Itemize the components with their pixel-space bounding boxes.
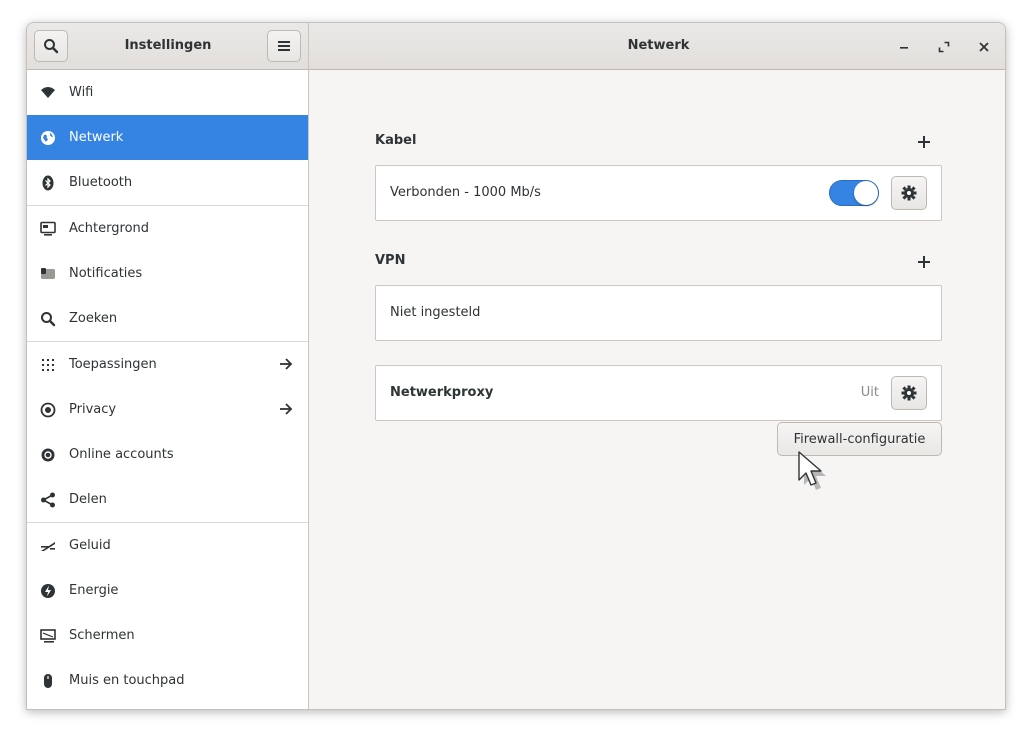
sidebar-item-label: Energie (69, 583, 119, 598)
hamburger-menu-icon (278, 41, 290, 51)
arrow-right-icon (280, 403, 293, 415)
power-icon (40, 583, 56, 599)
sidebar-item-network[interactable]: Netwerk (27, 115, 308, 160)
sidebar-item-mouse[interactable]: Muis en touchpad (27, 658, 308, 703)
sidebar-item-sharing[interactable]: Delen (27, 477, 308, 522)
search-button[interactable] (34, 30, 68, 62)
sidebar-item-online-accounts[interactable]: Online accounts (27, 432, 308, 477)
sidebar-item-label: Toepassingen (69, 357, 157, 372)
minimize-icon (900, 47, 908, 49)
wired-settings-button[interactable] (891, 176, 927, 210)
sidebar-item-bluetooth[interactable]: Bluetooth (27, 160, 308, 205)
sidebar-item-label: Geluid (69, 538, 111, 553)
sidebar-item-wifi[interactable]: Wifi (27, 70, 308, 115)
display-icon (40, 628, 56, 644)
sidebar-item-label: Muis en touchpad (69, 673, 185, 688)
wired-status: Verbonden - 1000 Mb/s (390, 185, 541, 200)
sidebar-item-label: Bluetooth (69, 175, 133, 190)
sidebar-item-label: Netwerk (69, 130, 124, 145)
proxy-row[interactable]: Netwerkproxy Uit (375, 365, 942, 421)
sidebar-item-label: Wifi (69, 85, 94, 100)
switch-knob (854, 181, 878, 205)
sidebar-item-background[interactable]: Achtergrond (27, 206, 308, 251)
wired-section-title: Kabel (375, 133, 417, 148)
at-sign-icon (40, 447, 56, 463)
applications-grid-icon (40, 357, 56, 373)
privacy-icon (40, 402, 56, 418)
sidebar-item-displays[interactable]: Schermen (27, 613, 308, 658)
sidebar-item-label: Delen (69, 492, 107, 507)
gear-icon (901, 385, 917, 401)
wifi-icon (40, 85, 56, 101)
sidebar-item-label: Notificaties (69, 266, 143, 281)
mouse-icon (40, 673, 56, 689)
wired-connection-row: Verbonden - 1000 Mb/s (375, 165, 942, 221)
add-wired-plus-icon[interactable] (916, 134, 932, 150)
settings-window: Instellingen Netwerk Wifi Netwerk Blueto… (26, 22, 1006, 710)
sidebar-item-applications[interactable]: Toepassingen (27, 342, 308, 387)
sidebar-item-label: Zoeken (69, 311, 118, 326)
background-icon (40, 221, 56, 237)
sidebar-item-label: Online accounts (69, 447, 174, 462)
sidebar-item-power[interactable]: Energie (27, 568, 308, 613)
header-bar: Instellingen Netwerk (27, 23, 1005, 70)
maximize-icon (938, 41, 950, 53)
sidebar-item-notifications[interactable]: Notificaties (27, 251, 308, 296)
vpn-row: Niet ingesteld (375, 285, 942, 341)
sidebar-item-privacy[interactable]: Privacy (27, 387, 308, 432)
vpn-section-title: VPN (375, 253, 406, 268)
add-vpn-plus-icon[interactable] (916, 254, 932, 270)
share-icon (40, 492, 56, 508)
sidebar-item-sound[interactable]: Geluid (27, 523, 308, 568)
proxy-settings-button[interactable] (891, 376, 927, 410)
proxy-value: Uit (860, 385, 879, 400)
sidebar-item-label: Achtergrond (69, 221, 150, 236)
wired-toggle-switch[interactable] (829, 180, 879, 206)
bluetooth-icon (40, 175, 56, 191)
sidebar: Wifi Netwerk Bluetooth Achtergrond Notif… (27, 70, 309, 709)
sidebar-header: Instellingen (27, 23, 309, 70)
network-globe-icon (40, 130, 56, 146)
sidebar-item-label: Schermen (69, 628, 135, 643)
search-icon (44, 39, 59, 54)
close-icon (979, 42, 989, 52)
search-icon (40, 311, 56, 327)
proxy-label: Netwerkproxy (390, 385, 494, 400)
minimize-button[interactable] (891, 34, 917, 60)
menu-button[interactable] (267, 30, 301, 62)
main-panel: Kabel Verbonden - 1000 Mb/s VPN Niet ing… (310, 70, 1005, 709)
sidebar-item-label: Privacy (69, 402, 117, 417)
notifications-icon (40, 266, 56, 282)
maximize-button[interactable] (931, 34, 957, 60)
vpn-status: Niet ingesteld (390, 305, 481, 320)
close-button[interactable] (971, 34, 997, 60)
mouse-pointer-icon (798, 451, 826, 490)
sidebar-item-search[interactable]: Zoeken (27, 296, 308, 341)
gear-icon (901, 185, 917, 201)
sound-icon (40, 538, 56, 554)
sidebar-title: Instellingen (124, 38, 212, 53)
arrow-right-icon (280, 358, 293, 370)
